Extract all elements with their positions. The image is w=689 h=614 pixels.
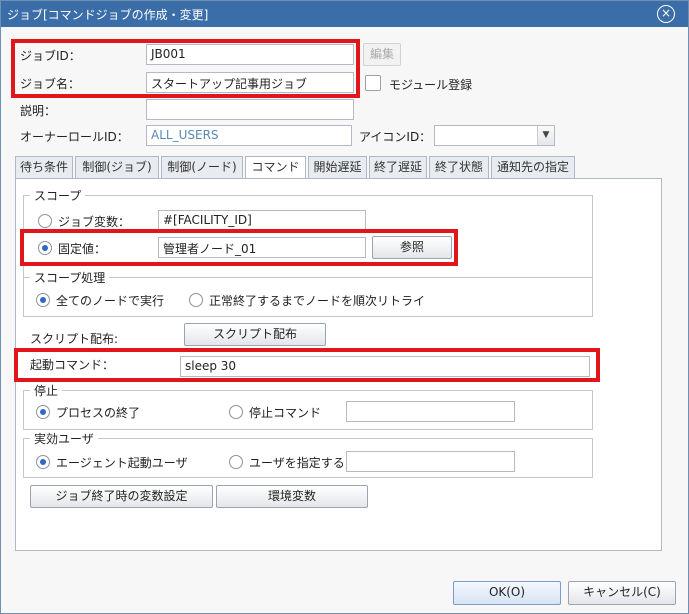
job-var-field[interactable]: #[FACILITY_ID] bbox=[158, 210, 366, 231]
dialog-window: ジョブ[コマンドジョブの作成・変更] × ジョブID： JB001 編集 ジョブ… bbox=[0, 0, 689, 614]
tab-notification[interactable]: 通知先の指定 bbox=[491, 156, 575, 178]
owner-role-label: オーナーロールID： bbox=[20, 130, 129, 144]
script-label: スクリプト配布: bbox=[30, 332, 119, 346]
browse-button[interactable]: 参照 bbox=[372, 236, 452, 259]
start-command-field[interactable]: sleep 30 bbox=[180, 356, 590, 377]
stop-command-field[interactable] bbox=[346, 401, 515, 422]
ok-button[interactable]: OK(O) bbox=[453, 581, 561, 605]
process-end-label: プロセスの終了 bbox=[56, 406, 141, 420]
job-name-field[interactable]: スタートアップ記事用ジョブ bbox=[146, 72, 354, 93]
job-id-label: ジョブID： bbox=[20, 49, 81, 63]
retry-nodes-radio[interactable] bbox=[189, 293, 203, 307]
command-tab-panel: スコープ ジョブ変数： #[FACILITY_ID] 固定値： 管理者ノード_0… bbox=[15, 178, 662, 551]
user-field[interactable] bbox=[346, 451, 515, 472]
specify-user-label: ユーザを指定する bbox=[249, 456, 345, 470]
tab-end-status[interactable]: 終了状態 bbox=[429, 156, 489, 178]
stop-command-label: 停止コマンド bbox=[249, 406, 322, 420]
tab-command[interactable]: コマンド bbox=[245, 156, 306, 179]
agent-user-radio[interactable] bbox=[36, 455, 50, 469]
all-nodes-label: 全てのノードで実行 bbox=[56, 294, 165, 308]
job-var-radio[interactable] bbox=[38, 214, 52, 228]
fixed-value-field[interactable]: 管理者ノード_01 bbox=[158, 237, 366, 258]
tab-end-delay[interactable]: 終了遅延 bbox=[369, 156, 427, 178]
icon-id-select[interactable]: ▼ bbox=[434, 125, 555, 146]
fixed-value-label: 固定値： bbox=[58, 242, 107, 256]
module-label: モジュール登録 bbox=[389, 78, 473, 92]
job-end-variable-button[interactable]: ジョブ終了時の変数設定 bbox=[30, 485, 213, 508]
chevron-down-icon[interactable]: ▼ bbox=[537, 126, 554, 145]
all-nodes-radio[interactable] bbox=[36, 293, 50, 307]
job-var-label: ジョブ変数： bbox=[58, 215, 131, 229]
tab-start-delay[interactable]: 開始遅延 bbox=[308, 156, 367, 178]
edit-button[interactable]: 編集 bbox=[363, 43, 401, 66]
stop-command-radio[interactable] bbox=[229, 405, 243, 419]
owner-role-field[interactable]: ALL_USERS bbox=[146, 125, 352, 146]
fixed-value-radio[interactable] bbox=[38, 241, 52, 255]
title-bar[interactable]: ジョブ[コマンドジョブの作成・変更] × bbox=[1, 1, 688, 27]
scope-legend: スコープ bbox=[30, 187, 86, 204]
window-title: ジョブ[コマンドジョブの作成・変更] bbox=[7, 8, 209, 22]
stop-legend: 停止 bbox=[30, 382, 63, 399]
job-name-label: ジョブ名： bbox=[20, 77, 81, 91]
script-distribution-button[interactable]: スクリプト配布 bbox=[184, 323, 326, 346]
retry-nodes-label: 正常終了するまでノードを順次リトライ bbox=[209, 294, 426, 308]
module-checkbox[interactable] bbox=[365, 75, 381, 91]
specify-user-radio[interactable] bbox=[229, 455, 243, 469]
start-command-label: 起動コマンド： bbox=[30, 358, 115, 372]
scope-processing-legend: スコープ処理 bbox=[30, 269, 110, 286]
tab-control-node[interactable]: 制御(ノード) bbox=[161, 156, 243, 178]
process-end-radio[interactable] bbox=[36, 405, 50, 419]
environment-variable-button[interactable]: 環境変数 bbox=[216, 485, 368, 508]
tab-wait-condition[interactable]: 待ち条件 bbox=[15, 156, 73, 178]
description-field[interactable] bbox=[146, 99, 354, 120]
effective-user-legend: 実効ユーザ bbox=[30, 430, 98, 447]
close-icon[interactable]: × bbox=[657, 5, 675, 23]
tab-control-job[interactable]: 制御(ジョブ) bbox=[75, 156, 159, 178]
cancel-button[interactable]: キャンセル(C) bbox=[568, 581, 676, 605]
agent-user-label: エージェント起動ユーザ bbox=[56, 456, 188, 470]
icon-id-label: アイコンID： bbox=[359, 130, 432, 144]
job-id-field[interactable]: JB001 bbox=[146, 44, 354, 65]
description-label: 説明： bbox=[20, 104, 57, 118]
